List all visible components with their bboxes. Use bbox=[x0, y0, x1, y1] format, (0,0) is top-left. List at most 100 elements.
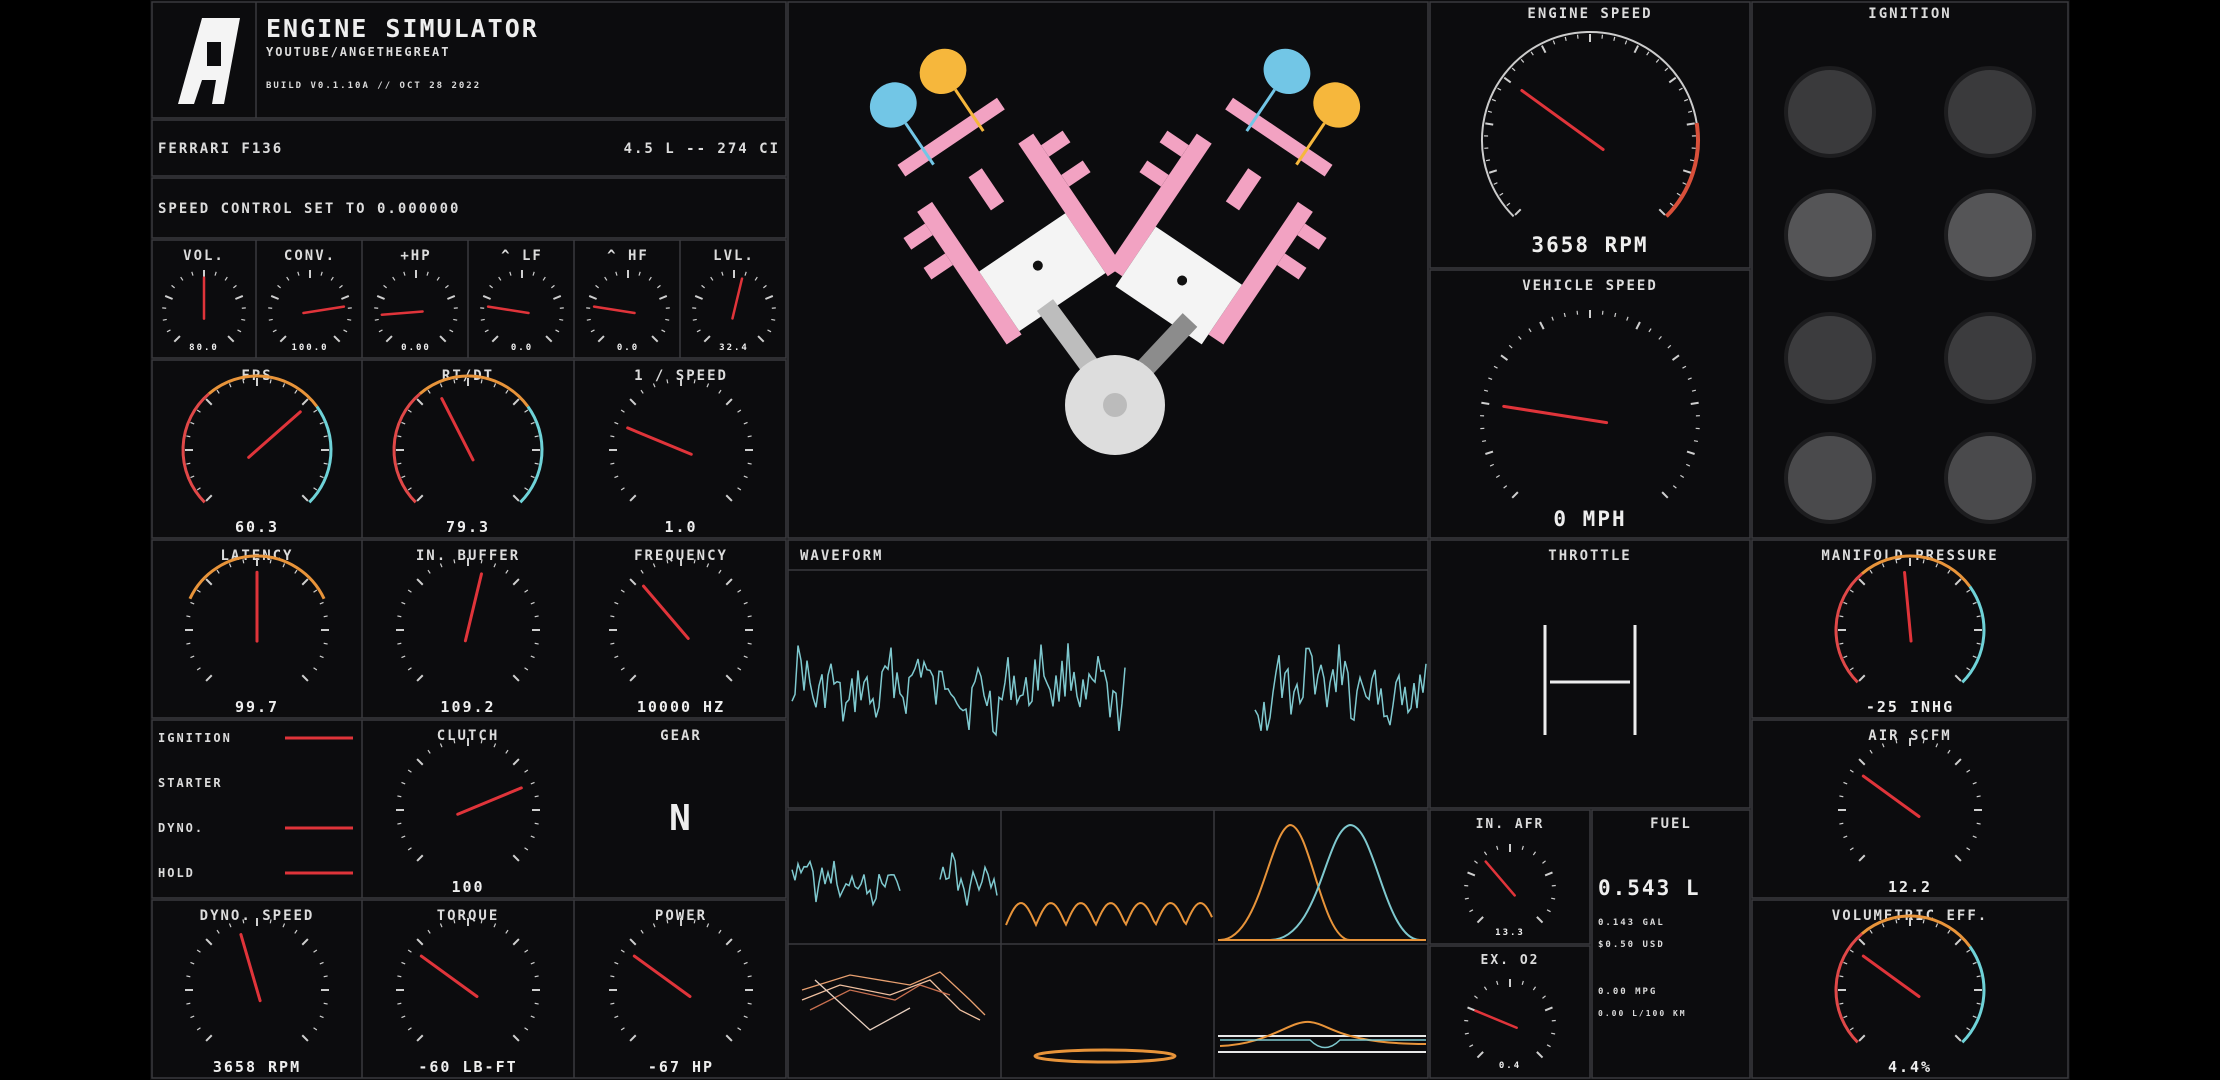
gauge-tick bbox=[614, 655, 619, 659]
gauge-tick bbox=[330, 276, 334, 281]
gauge-tick bbox=[205, 674, 213, 682]
gauge-tick bbox=[718, 389, 722, 394]
gauge-tick bbox=[1849, 847, 1854, 851]
gauge-tick bbox=[376, 295, 385, 300]
gauge-tick bbox=[190, 601, 195, 605]
gauge-tick bbox=[453, 919, 456, 924]
gauge-tick bbox=[1542, 995, 1546, 999]
gauge-tick bbox=[439, 335, 447, 343]
gauge-tick bbox=[656, 284, 661, 289]
gauge-tick bbox=[1514, 208, 1522, 216]
gauge-tick bbox=[447, 295, 456, 300]
gauge-tick bbox=[1954, 674, 1962, 682]
gauge-tick bbox=[228, 563, 232, 568]
gauge-tick bbox=[401, 961, 406, 965]
volumetric-efficiency-gauge: VOLUMETRIC EFF.4.4% bbox=[1832, 908, 1986, 1076]
gauge-tick bbox=[747, 615, 752, 618]
gauge-tick bbox=[534, 615, 539, 618]
gauge-tick bbox=[701, 284, 706, 289]
gauge-tick bbox=[530, 421, 535, 425]
gauge-value: 100 bbox=[451, 878, 484, 896]
gauge-tick bbox=[1972, 601, 1977, 605]
gauge-tick bbox=[652, 923, 656, 928]
gauge-tick bbox=[1976, 822, 1981, 825]
cylinder-6-ignition-light bbox=[1944, 312, 2036, 404]
gauge-tick bbox=[1511, 67, 1516, 72]
switch-label: DYNO. bbox=[158, 821, 204, 835]
gauge-tick bbox=[1542, 860, 1546, 864]
gauge-tick bbox=[439, 383, 443, 388]
gauge-tick bbox=[1966, 667, 1971, 671]
scope-cam-lift-cyan bbox=[1269, 823, 1421, 941]
gauge-tick bbox=[524, 409, 529, 413]
gauge-tick bbox=[692, 318, 697, 321]
gauge-tick bbox=[586, 318, 591, 321]
gauge-tick bbox=[323, 1002, 328, 1005]
small-gauge: ^ LF 0.0 bbox=[480, 248, 564, 353]
gauge-tick bbox=[1481, 440, 1487, 443]
gauge-tick bbox=[1485, 159, 1491, 162]
gauge-tick bbox=[620, 667, 625, 671]
gauge-tick bbox=[1613, 36, 1616, 41]
gauge-tick bbox=[333, 335, 341, 343]
switch-label: HOLD bbox=[158, 866, 195, 880]
gauge-tick bbox=[407, 589, 412, 593]
gauge-tick bbox=[1532, 986, 1537, 991]
gauge-tick bbox=[489, 284, 494, 289]
gauge-tick bbox=[530, 1015, 535, 1019]
gauge-tick bbox=[512, 758, 520, 766]
gauge-tick bbox=[1469, 909, 1474, 913]
gauge-tick bbox=[666, 919, 669, 924]
gauge-tick bbox=[693, 379, 696, 384]
gauge-tick bbox=[771, 318, 776, 321]
power-gauge: POWER-67 HP bbox=[609, 908, 753, 1076]
gauge-tick bbox=[629, 578, 637, 586]
gauge-tick bbox=[1488, 169, 1498, 174]
gauge-tick bbox=[659, 295, 668, 300]
gauge-tick bbox=[374, 318, 379, 321]
throttle-indicator[interactable] bbox=[1543, 625, 1637, 735]
gauge-tick bbox=[512, 398, 520, 406]
scope-pressure-volume bbox=[801, 971, 986, 1031]
gauge-tick bbox=[401, 1015, 406, 1019]
gauge-redline-arc bbox=[1664, 122, 1700, 218]
gauge-needle bbox=[456, 786, 523, 816]
gauge-tick bbox=[1487, 110, 1492, 113]
gauge-tick bbox=[1843, 781, 1848, 785]
gauge-tick bbox=[180, 276, 184, 281]
gauge-tick bbox=[747, 435, 752, 438]
gauge-tick bbox=[397, 462, 402, 465]
gauge-tick bbox=[595, 284, 600, 289]
gauge-tick bbox=[512, 854, 520, 862]
gauge-tick bbox=[1464, 897, 1469, 900]
gauge-tick bbox=[397, 435, 402, 438]
gauge-value: 4.4% bbox=[1888, 1058, 1932, 1076]
gauge-tick bbox=[651, 335, 659, 343]
throttle-label: THROTTLE bbox=[1548, 548, 1631, 564]
gauge-tick bbox=[1849, 667, 1854, 671]
gauge-needle bbox=[486, 305, 530, 315]
gauge-tick bbox=[694, 295, 703, 300]
gauge-tick bbox=[648, 276, 652, 281]
gauge-tick bbox=[320, 271, 323, 276]
gauge-tick bbox=[696, 329, 701, 333]
gauge-tick bbox=[737, 1027, 742, 1031]
gauge-tick bbox=[743, 421, 748, 425]
gauge-tick bbox=[1496, 845, 1499, 850]
gauge-tick bbox=[1858, 758, 1866, 766]
gauge-tick bbox=[1467, 871, 1476, 877]
gauge-value: 0 MPH bbox=[1553, 507, 1626, 531]
gauge-tick bbox=[397, 615, 402, 618]
gauge-label: ENGINE SPEED bbox=[1527, 6, 1652, 22]
gauge-tick bbox=[555, 329, 560, 333]
gauge-tick bbox=[610, 1002, 615, 1005]
gauge-tick bbox=[1680, 474, 1685, 478]
gauge-tick bbox=[725, 674, 733, 682]
gauge-tick bbox=[1895, 739, 1898, 744]
gauge-needle bbox=[440, 397, 475, 462]
gauge-tick bbox=[524, 487, 529, 491]
gauge-tick bbox=[313, 487, 318, 491]
gauge-tick bbox=[743, 475, 748, 479]
gauge-tick bbox=[725, 1034, 733, 1042]
gauge-needle bbox=[1903, 571, 1913, 643]
